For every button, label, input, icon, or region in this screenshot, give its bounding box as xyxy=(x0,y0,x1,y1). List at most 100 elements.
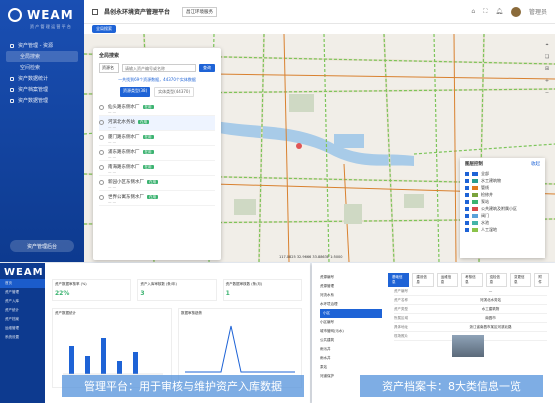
home-nav-icon[interactable]: ⌂ xyxy=(471,8,475,15)
checkbox-icon[interactable] xyxy=(465,178,469,183)
archive-tab[interactable]: 基础信息 xyxy=(388,273,410,287)
list-item-sub: — — xyxy=(108,170,117,174)
bell-icon[interactable]: 🔔︎ xyxy=(495,8,503,15)
legend-row[interactable]: 水工建筑物 xyxy=(465,177,540,184)
measure-icon[interactable]: ⊞ xyxy=(545,66,549,72)
stat-card: 资产入库审核数 (条/年) 3 xyxy=(137,279,217,301)
legend-row[interactable]: 公共建筑及附属小区 xyxy=(465,205,540,212)
search-input[interactable] xyxy=(122,64,196,72)
legend-row[interactable]: 水池 xyxy=(465,219,540,226)
tab-global-search[interactable]: 全局搜索 xyxy=(92,25,116,33)
filter-entity-type[interactable]: 实体类型(44370) xyxy=(154,87,195,97)
location-pin-icon xyxy=(99,180,104,185)
tree-node[interactable]: 资源编号 xyxy=(320,273,382,282)
home-icon[interactable] xyxy=(92,8,98,15)
search-button[interactable]: 查询 xyxy=(199,64,215,72)
mini-nav-item[interactable]: 资产入库 xyxy=(0,297,45,306)
detail-value: 南昌市 xyxy=(485,315,496,320)
sidebar-item-label: 资产数据管理 xyxy=(18,98,49,104)
sidebar-item-2[interactable]: 空间检索 xyxy=(0,62,84,73)
logo-text: WEAM xyxy=(27,8,74,22)
legend-collapse-button[interactable]: 收起 xyxy=(531,161,540,167)
tree-node[interactable]: 雨污井 xyxy=(320,345,382,354)
checkbox-icon[interactable] xyxy=(465,206,469,211)
mini-nav-item[interactable]: 运维管理 xyxy=(0,324,45,333)
sidebar-item-label: 空间检索 xyxy=(20,65,41,71)
sidebar-item-4[interactable]: 资产档案管理 xyxy=(0,84,84,95)
fullscreen-icon[interactable]: ⛶ xyxy=(483,8,487,16)
asset-admin-button[interactable]: 资产管理后台 xyxy=(10,240,74,252)
legend-row[interactable]: 全部 xyxy=(465,170,540,177)
detail-key: 现场照片 xyxy=(394,333,408,338)
legend-swatch xyxy=(472,185,478,190)
detail-value: 河滨北水务站 xyxy=(480,297,501,302)
avatar[interactable] xyxy=(510,6,521,17)
archive-tab[interactable]: 建设信息 xyxy=(412,273,434,287)
legend-row[interactable]: 泵站 xyxy=(465,198,540,205)
sidebar-item-3[interactable]: 资产数据统计 xyxy=(0,73,84,84)
tree-node[interactable]: 小区编号 xyxy=(320,318,382,327)
detail-value: — xyxy=(488,289,493,293)
archive-tab[interactable]: 巡检信息 xyxy=(485,273,507,287)
tree-node[interactable]: 公共建筑 xyxy=(320,336,382,345)
mini-nav-item[interactable]: 资产档案 xyxy=(0,315,45,324)
archive-tab[interactable]: 变更信息 xyxy=(509,273,532,287)
city-select[interactable]: 昌江环境服务 xyxy=(182,6,218,17)
caption-management: 管理平台：用于审核与维护资产入库数据 xyxy=(62,375,304,397)
filter-resource-type[interactable]: 资源类型(38) xyxy=(119,87,151,97)
checkbox-icon[interactable] xyxy=(465,185,469,190)
layers-icon[interactable]: ❏ xyxy=(545,54,549,60)
detail-key: 具体地址 xyxy=(394,324,408,329)
list-item[interactable]: 浦东路东侧水厂 在用 — — xyxy=(99,146,215,161)
list-item-sub: — — xyxy=(108,140,117,144)
checkbox-icon[interactable] xyxy=(465,171,469,176)
tree-node[interactable]: 小区 xyxy=(320,309,382,318)
archive-tab[interactable]: 附件 xyxy=(534,273,550,287)
list-item[interactable]: 厦门路东侧水厂 在用 — — xyxy=(99,131,215,146)
detail-key: 资产名称 xyxy=(394,297,408,302)
sidebar-item-5[interactable]: 资产数据管理 xyxy=(0,95,84,106)
mini-nav-item[interactable]: 资产管理 xyxy=(0,288,45,297)
line-chart xyxy=(185,325,295,373)
checkbox-icon[interactable] xyxy=(465,192,469,197)
mini-nav-item[interactable]: 首页 xyxy=(0,279,45,288)
legend-swatch xyxy=(472,227,478,232)
mini-nav-item[interactable]: 系统设置 xyxy=(0,333,45,342)
archive-tab[interactable]: 运维信息 xyxy=(436,273,459,287)
legend-row[interactable]: 管线 xyxy=(465,184,540,191)
checkbox-icon[interactable] xyxy=(465,213,469,218)
sidebar-item-1[interactable]: 全局搜索 xyxy=(6,51,78,62)
legend-row[interactable]: 检修井 xyxy=(465,191,540,198)
detail-row: 所属区域 南昌市 xyxy=(394,314,547,323)
tree-node[interactable]: 雨水井 xyxy=(320,354,382,363)
zoom-in-icon[interactable]: + xyxy=(545,78,549,84)
tree-node[interactable]: 河流水系 xyxy=(320,291,382,300)
global-search-panel: 全局搜索 资源名 查询 一共找到69个资源数据，44370个实体数据 资源类型(… xyxy=(93,48,221,260)
sidebar-item-0[interactable]: 资产管理 - 资源 xyxy=(0,40,84,51)
detail-value: 水工建筑物 xyxy=(481,306,500,311)
list-item-sub: — — xyxy=(108,125,117,129)
list-item[interactable]: 世界公寓东侧水厂 在用 — — xyxy=(99,191,215,206)
archive-tab[interactable]: 考核信息 xyxy=(461,273,483,287)
zoom-out-icon[interactable]: − xyxy=(545,90,549,96)
tree-node[interactable]: 泵站 xyxy=(320,363,382,372)
list-item[interactable]: 仙头路东侧水厂 在用 — — xyxy=(99,101,215,116)
list-item[interactable]: 南海路东侧水厂 在用 — — xyxy=(99,161,215,176)
checkbox-icon[interactable] xyxy=(465,199,469,204)
tree-node[interactable]: 资源管理 xyxy=(320,282,382,291)
tree-node[interactable]: 水环境治理 xyxy=(320,300,382,309)
checkbox-icon[interactable] xyxy=(465,227,469,232)
checkbox-icon[interactable] xyxy=(465,220,469,225)
status-badge: 在用 xyxy=(147,195,158,199)
search-type-select[interactable]: 资源名 xyxy=(99,63,119,73)
list-item[interactable]: 新园小区东侧水厂 在用 — — xyxy=(99,176,215,191)
status-badge: 在用 xyxy=(142,135,154,139)
legend-row[interactable]: 人工湿地 xyxy=(465,226,540,233)
mini-nav-item[interactable]: 资产统计 xyxy=(0,306,45,315)
legend-row[interactable]: 阀门 xyxy=(465,212,540,219)
legend-label: 水工建筑物 xyxy=(481,177,501,183)
list-item[interactable]: 河滨北水务站 在用 — — xyxy=(99,116,215,131)
menu-icon xyxy=(10,98,14,103)
locate-icon[interactable]: ⌖ xyxy=(546,42,549,48)
tree-node[interactable]: 城市管网(污水) xyxy=(320,327,382,336)
